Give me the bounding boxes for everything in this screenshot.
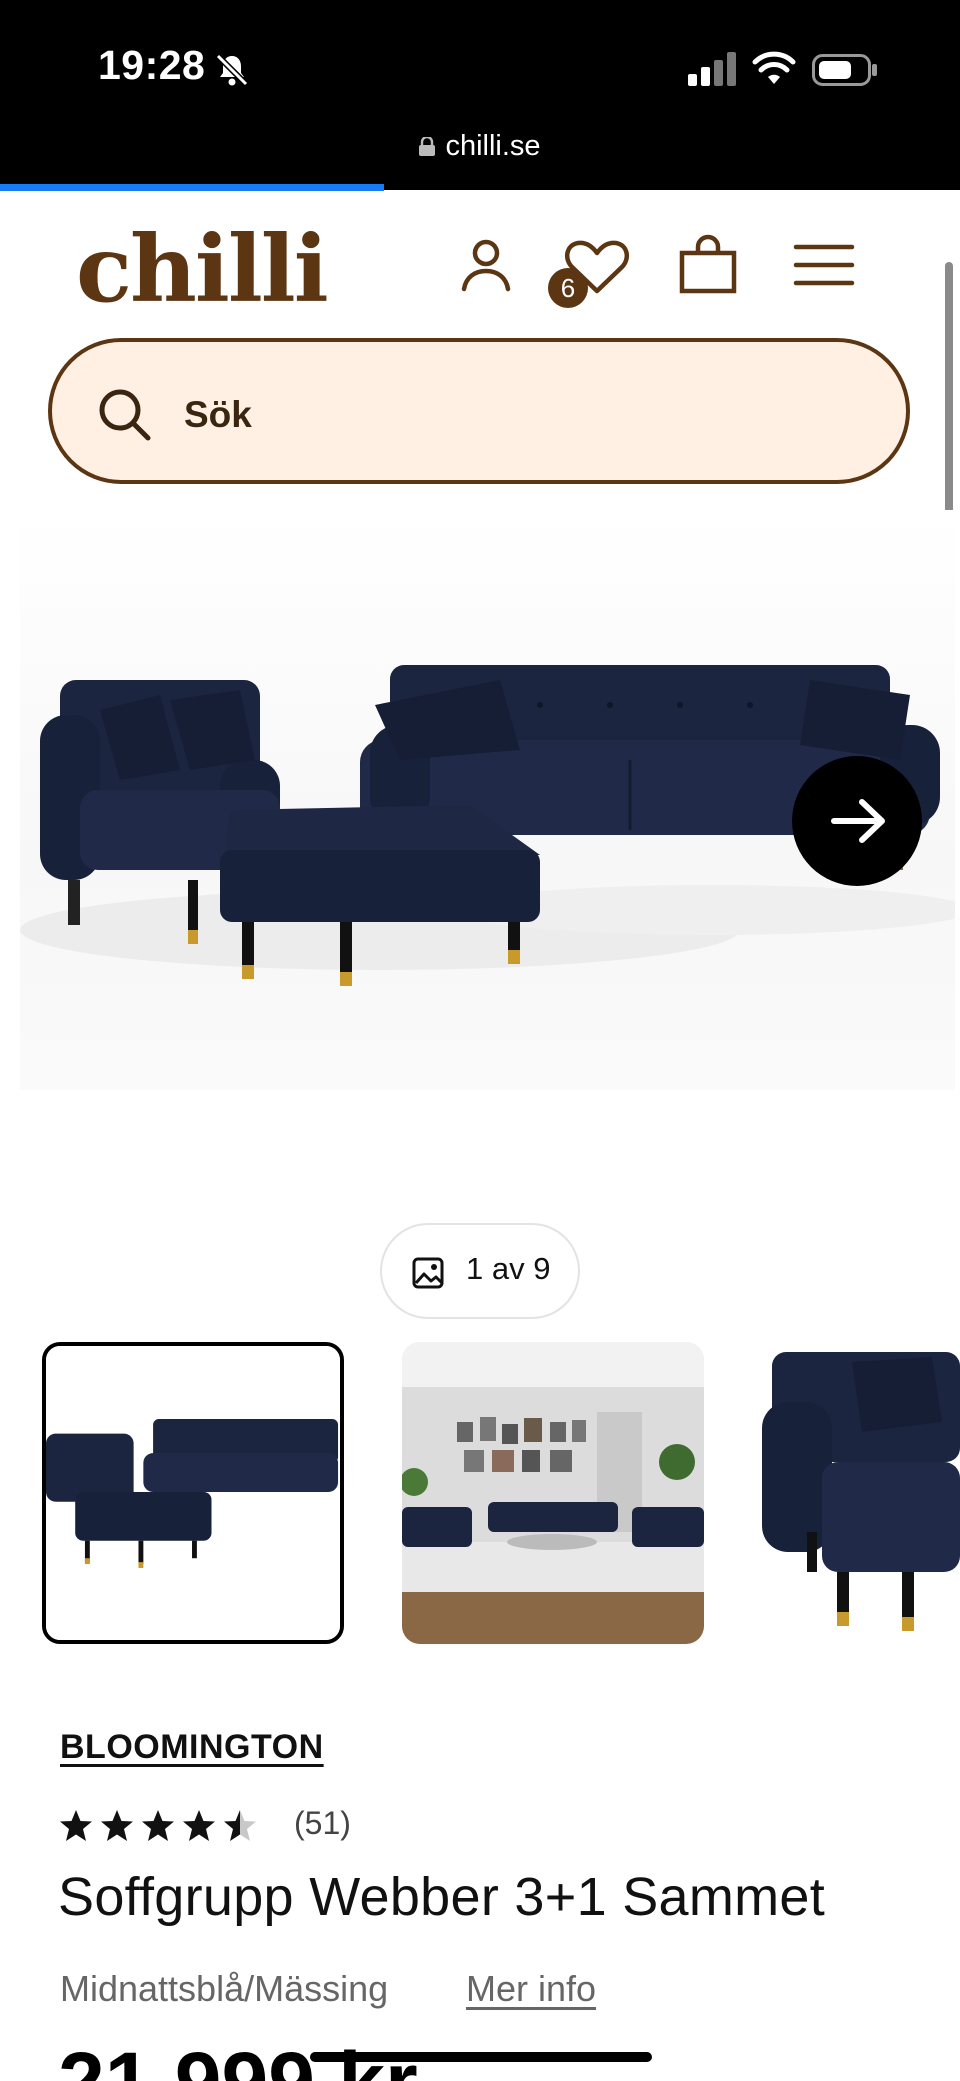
product-variant: Midnattsblå/Mässing [60, 1968, 389, 2009]
star-half-icon [224, 1810, 256, 1841]
brand-link[interactable]: BLOOMINGTON [60, 1728, 324, 1767]
shopping-bag-icon[interactable] [676, 233, 740, 297]
rating-stars[interactable] [58, 1808, 268, 1844]
url-text: chilli.se [445, 130, 541, 162]
image-counter[interactable]: 1 av 9 [380, 1223, 580, 1319]
product-title: Soffgrupp Webber 3+1 Sammet [58, 1867, 826, 1927]
url-bar[interactable]: chilli.se [0, 130, 960, 163]
search-input[interactable] [184, 386, 784, 444]
next-image-button[interactable] [792, 756, 922, 886]
lock-icon [419, 137, 436, 156]
battery-icon [812, 54, 877, 86]
arrow-right-icon [831, 799, 885, 843]
cellular-signal-icon [688, 52, 736, 86]
thumbnail-living-room-image [402, 1342, 704, 1644]
thumbnail-1[interactable] [42, 1342, 344, 1644]
more-info-link[interactable]: Mer info [466, 1968, 596, 2010]
wifi-icon [752, 51, 796, 84]
thumbnail-2[interactable] [402, 1342, 704, 1644]
thumbnail-sofa-set-image [46, 1346, 340, 1640]
star-icon [60, 1810, 92, 1841]
review-count[interactable]: (51) [294, 1805, 351, 1842]
wishlist-count-badge: 6 [548, 268, 588, 308]
search-bar[interactable] [48, 338, 910, 484]
star-icon [101, 1810, 133, 1841]
page-load-progress [0, 184, 384, 191]
hamburger-menu-icon[interactable] [792, 233, 856, 297]
star-icon [183, 1810, 215, 1841]
site-header: chilli [0, 191, 960, 331]
price-strikethrough [310, 2052, 652, 2062]
chilli-logo[interactable]: chilli [76, 219, 329, 319]
thumbnail-armchair-closeup-image [762, 1342, 960, 1644]
status-time: 19:28 [98, 42, 206, 88]
bell-slash-icon [215, 53, 249, 87]
star-icon [142, 1810, 174, 1841]
page-scrollbar[interactable] [945, 262, 953, 544]
thumbnail-3[interactable] [762, 1342, 960, 1644]
image-counter-text: 1 av 9 [466, 1251, 551, 1286]
status-bar: 19:28 chilli.se [0, 0, 960, 191]
user-icon[interactable] [454, 233, 518, 297]
search-icon [99, 389, 151, 441]
image-gallery-icon [412, 1257, 444, 1289]
